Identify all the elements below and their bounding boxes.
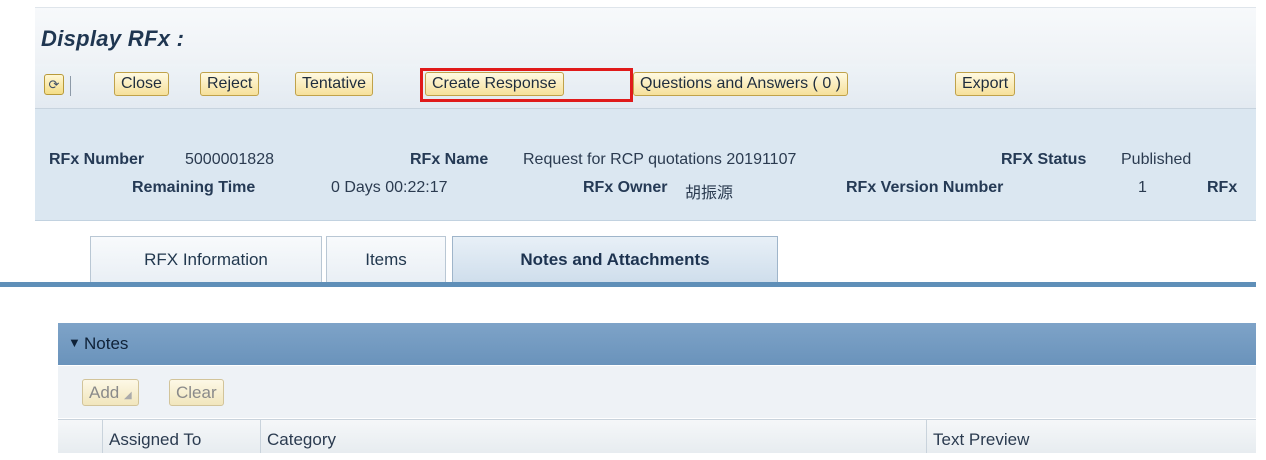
add-button-label: Add [89,383,120,402]
remaining-time-value: 0 Days 00:22:17 [331,179,448,196]
rfx-status-value: Published [1121,151,1192,168]
notes-table-header: Assigned To Category Text Preview [58,419,1256,453]
tentative-button[interactable]: Tentative [295,72,374,96]
tab-items[interactable]: Items [326,236,446,282]
notes-section-header[interactable]: ▼ Notes [58,323,1256,365]
tab-rfx-information[interactable]: RFX Information [90,236,322,282]
export-button[interactable]: Export [955,72,1016,96]
collapse-caret-icon[interactable]: ▼ [68,335,81,350]
create-response-button[interactable]: Create Response [425,72,564,96]
column-assigned-to[interactable]: Assigned To [102,420,260,453]
row-selector-column[interactable] [58,420,102,453]
close-button[interactable]: Close [114,72,169,96]
rfx-truncated-label: RFx [1207,179,1238,196]
tab-notes-and-attachments[interactable]: Notes and Attachments [452,236,778,282]
column-category[interactable]: Category [260,420,926,453]
notes-title: Notes [84,334,129,353]
rfx-version-label: RFx Version Number [846,179,1004,196]
rfx-version-value: 1 [1138,179,1147,196]
reject-button[interactable]: Reject [200,72,260,96]
toolbar-separator [70,76,71,96]
title-bar: Display RFx : [35,7,1256,64]
add-button[interactable]: Add ◢ [82,379,139,406]
rfx-owner-label: RFx Owner [583,179,668,196]
notes-toolbar: Add ◢ Clear [58,366,1256,418]
rfx-name-label: RFx Name [410,151,489,168]
rfx-header: RFx Number 5000001828 RFx Name Request f… [35,109,1256,221]
refresh-icon[interactable]: ⟳ [44,74,64,95]
rfx-status-label: RFX Status [1001,151,1087,168]
questions-and-answers-button[interactable]: Questions and Answers ( 0 ) [633,72,848,96]
rfx-number-label: RFx Number [49,151,145,168]
toolbar: ⟳ Close Reject Tentative Create Response… [35,64,1256,109]
tab-baseline [0,282,1256,287]
page: Display RFx : ⟳ Close Reject Tentative C… [0,0,1266,453]
rfx-owner-value: 胡振源 [685,185,734,202]
rfx-number-value: 5000001828 [185,151,274,168]
remaining-time-label: Remaining Time [132,179,256,196]
dropdown-arrow-icon: ◢ [123,390,132,401]
rfx-name-value: Request for RCP quotations 20191107 [523,151,797,168]
page-title: Display RFx : [41,26,185,51]
column-text-preview[interactable]: Text Preview [926,420,1256,453]
clear-button[interactable]: Clear [169,379,224,406]
